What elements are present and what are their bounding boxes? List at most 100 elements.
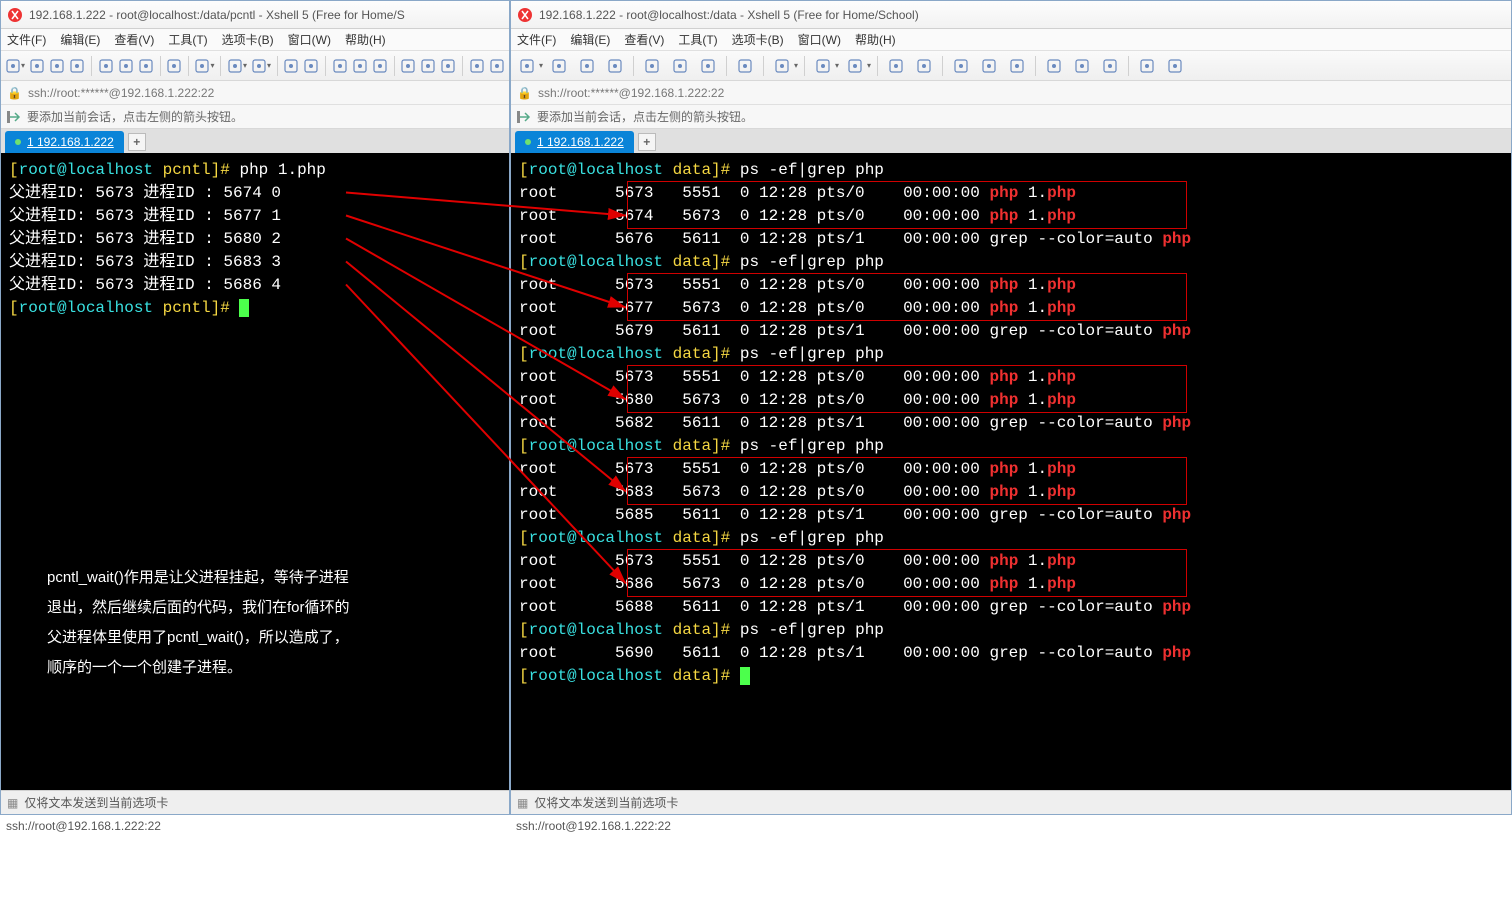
prop-icon[interactable] xyxy=(303,54,319,78)
window-title: 192.168.1.222 - root@localhost:/data/pcn… xyxy=(29,8,405,22)
address-bar[interactable]: 🔒 ssh://root:******@192.168.1.222:22 xyxy=(1,81,509,105)
reconnect-icon[interactable] xyxy=(575,54,599,78)
transparency-icon[interactable] xyxy=(372,54,388,78)
toolbar-separator xyxy=(942,56,943,76)
menu-item[interactable]: 查看(V) xyxy=(624,31,664,48)
status-bar-right: ssh://root@192.168.1.222:22 xyxy=(510,815,1512,837)
tile-h-icon[interactable] xyxy=(1070,54,1094,78)
add-session-arrow-icon[interactable] xyxy=(515,108,533,126)
menu-item[interactable]: 编辑(E) xyxy=(570,31,610,48)
cascade-icon[interactable] xyxy=(1042,54,1066,78)
paste-icon[interactable] xyxy=(118,54,134,78)
prop-icon[interactable] xyxy=(912,54,936,78)
dropdown-caret-icon[interactable]: ▾ xyxy=(539,61,543,70)
dropdown-caret-icon[interactable]: ▾ xyxy=(835,61,839,70)
hint-text: 要添加当前会话，点击左侧的箭头按钮。 xyxy=(27,108,243,125)
dropdown-caret-icon[interactable]: ▾ xyxy=(267,61,271,70)
send-mode-icon: ▦ xyxy=(517,796,528,810)
disconnect-icon[interactable] xyxy=(603,54,627,78)
globe-icon[interactable] xyxy=(770,54,794,78)
add-tab-button[interactable]: + xyxy=(128,133,146,151)
titlebar[interactable]: 192.168.1.222 - root@localhost:/data - X… xyxy=(511,1,1511,29)
status-text: ssh://root@192.168.1.222:22 xyxy=(516,819,671,833)
add-session-arrow-icon[interactable] xyxy=(5,108,23,126)
status-dot-icon xyxy=(525,139,531,145)
terminal-cursor xyxy=(239,299,249,317)
menu-item[interactable]: 帮助(H) xyxy=(855,31,896,48)
hint-bar: 要添加当前会话，点击左侧的箭头按钮。 xyxy=(511,105,1511,129)
font-icon[interactable] xyxy=(227,54,243,78)
tab-label: 1 192.168.1.222 xyxy=(537,135,624,149)
copy-icon[interactable] xyxy=(640,54,664,78)
dropdown-caret-icon[interactable]: ▾ xyxy=(867,61,871,70)
menu-item[interactable]: 帮助(H) xyxy=(345,31,386,48)
menu-item[interactable]: 窗口(W) xyxy=(288,31,331,48)
toolbar-separator xyxy=(1128,56,1129,76)
xshell-window-left: 192.168.1.222 - root@localhost:/data/pcn… xyxy=(0,0,510,815)
menu-item[interactable]: 文件(F) xyxy=(517,31,556,48)
lock-icon[interactable] xyxy=(352,54,368,78)
menu-item[interactable]: 选项卡(B) xyxy=(732,31,784,48)
menu-item[interactable]: 查看(V) xyxy=(114,31,154,48)
help-icon[interactable] xyxy=(1135,54,1159,78)
copy-icon[interactable] xyxy=(98,54,114,78)
session-tab[interactable]: 1 192.168.1.222 xyxy=(515,131,634,153)
search-icon[interactable] xyxy=(696,54,720,78)
fullscreen-icon[interactable] xyxy=(332,54,348,78)
star-icon[interactable] xyxy=(283,54,299,78)
dropdown-caret-icon[interactable]: ▾ xyxy=(243,61,247,70)
about-icon[interactable] xyxy=(489,54,505,78)
footer-text: 仅将文本发送到当前选项卡 xyxy=(534,794,678,811)
dropdown-caret-icon[interactable]: ▾ xyxy=(210,61,214,70)
menu-item[interactable]: 工具(T) xyxy=(168,31,207,48)
add-tab-button[interactable]: + xyxy=(638,133,656,151)
menu-item[interactable]: 编辑(E) xyxy=(60,31,100,48)
globe-icon[interactable] xyxy=(194,54,210,78)
transparency-icon[interactable] xyxy=(1005,54,1029,78)
hint-text: 要添加当前会话，点击左侧的箭头按钮。 xyxy=(537,108,753,125)
tile-v-icon[interactable] xyxy=(1098,54,1122,78)
annotation-note: pcntl_wait()作用是让父进程挂起，等待子进程退出，然后继续后面的代码，… xyxy=(47,563,407,683)
terminal-right[interactable]: [root@localhost data]# ps -ef|grep php r… xyxy=(511,153,1511,790)
fullscreen-icon[interactable] xyxy=(949,54,973,78)
toolbar-separator xyxy=(877,56,878,76)
menu-item[interactable]: 文件(F) xyxy=(7,31,46,48)
paste-icon[interactable] xyxy=(668,54,692,78)
status-bar-left: ssh://root@192.168.1.222:22 xyxy=(0,815,510,837)
toolbar-separator xyxy=(726,56,727,76)
font-icon[interactable] xyxy=(811,54,835,78)
status-text: ssh://root@192.168.1.222:22 xyxy=(6,819,161,833)
titlebar[interactable]: 192.168.1.222 - root@localhost:/data/pcn… xyxy=(1,1,509,29)
terminal-left[interactable]: [root@localhost pcntl]# php 1.php 父进程ID:… xyxy=(1,153,509,790)
toolbar-separator xyxy=(763,56,764,76)
print-icon[interactable] xyxy=(166,54,182,78)
open-icon[interactable] xyxy=(547,54,571,78)
session-tab[interactable]: 1 192.168.1.222 xyxy=(5,131,124,153)
help-icon[interactable] xyxy=(469,54,485,78)
print-icon[interactable] xyxy=(733,54,757,78)
dropdown-caret-icon[interactable]: ▾ xyxy=(21,61,25,70)
lock-icon[interactable] xyxy=(977,54,1001,78)
disconnect-icon[interactable] xyxy=(69,54,85,78)
cascade-icon[interactable] xyxy=(400,54,416,78)
address-bar[interactable]: 🔒 ssh://root:******@192.168.1.222:22 xyxy=(511,81,1511,105)
new-session-icon[interactable] xyxy=(515,54,539,78)
dropdown-caret-icon[interactable]: ▾ xyxy=(794,61,798,70)
tile-v-icon[interactable] xyxy=(440,54,456,78)
star-icon[interactable] xyxy=(884,54,908,78)
tile-h-icon[interactable] xyxy=(420,54,436,78)
about-icon[interactable] xyxy=(1163,54,1187,78)
menu-item[interactable]: 窗口(W) xyxy=(798,31,841,48)
new-session-icon[interactable] xyxy=(5,54,21,78)
color-icon[interactable] xyxy=(843,54,867,78)
xshell-icon xyxy=(517,7,533,23)
reconnect-icon[interactable] xyxy=(49,54,65,78)
menu-item[interactable]: 工具(T) xyxy=(678,31,717,48)
open-icon[interactable] xyxy=(29,54,45,78)
search-icon[interactable] xyxy=(138,54,154,78)
color-icon[interactable] xyxy=(251,54,267,78)
toolbar-separator xyxy=(1035,56,1036,76)
toolbar: ▾ ▾ ▾ ▾ xyxy=(511,51,1511,81)
menu-item[interactable]: 选项卡(B) xyxy=(222,31,274,48)
status-dot-icon xyxy=(15,139,21,145)
